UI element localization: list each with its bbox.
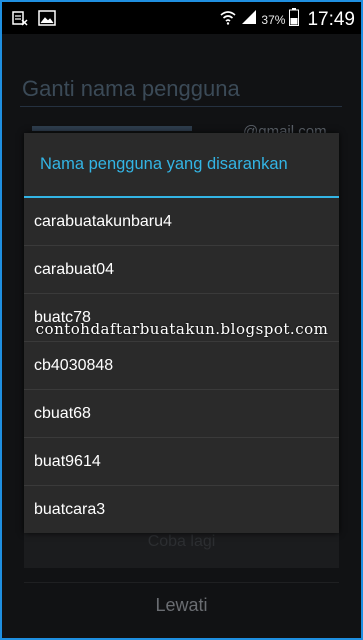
suggestion-item[interactable]: buat9614: [24, 438, 339, 486]
skip-button[interactable]: Lewati: [24, 582, 339, 627]
sms-blocked-icon: [12, 10, 28, 31]
retry-button[interactable]: Coba lagi: [24, 530, 339, 568]
battery-percent: 37%: [261, 12, 286, 27]
clock: 17:49: [307, 8, 355, 30]
suggestion-item[interactable]: carabuatakunbaru4: [24, 198, 339, 246]
signal-icon: [241, 9, 257, 30]
suggestion-item[interactable]: cbuat68: [24, 390, 339, 438]
wifi-icon: [219, 9, 237, 30]
page-title: Ganti nama pengguna: [22, 76, 240, 101]
title-divider: [20, 106, 342, 107]
image-icon: [38, 10, 56, 31]
username-field[interactable]: [32, 126, 192, 131]
battery-icon: [289, 8, 300, 31]
suggestion-item[interactable]: carabuat04: [24, 246, 339, 294]
phone-screen: 37% 17:49 Ganti nama pengguna @gmail.com…: [2, 2, 361, 638]
dialog-title: Nama pengguna yang disarankan: [40, 155, 288, 173]
status-bar: 37% 17:49: [2, 2, 361, 34]
watermark: contohdaftarbuatakun.blogspot.com: [35, 320, 329, 338]
suggestion-item[interactable]: buatcara3: [24, 486, 339, 533]
suggestion-item[interactable]: cb4030848: [24, 342, 339, 390]
